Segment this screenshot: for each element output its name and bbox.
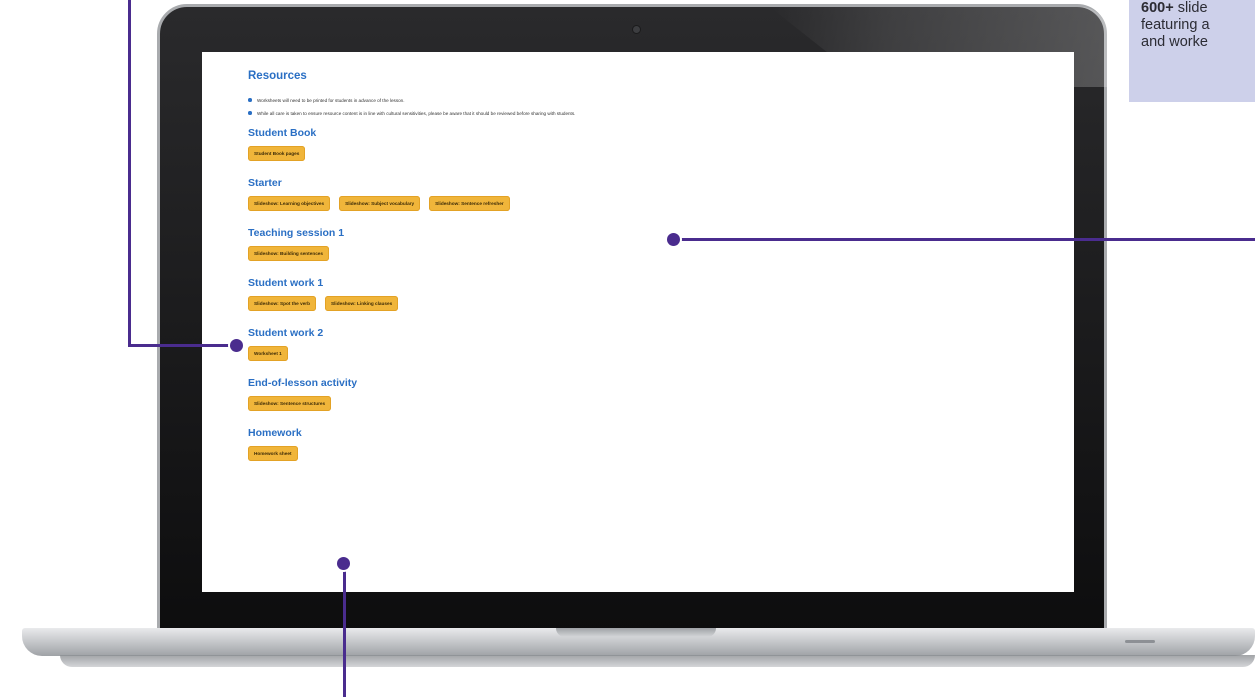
note-text: While all care is taken to ensure resour… [257, 111, 576, 116]
resource-button[interactable]: Slideshow: Linking clauses [325, 296, 399, 311]
note-text: Worksheets will need to be printed for s… [257, 98, 405, 103]
section-student-work-2: Student work 2 Worksheet 1 [248, 327, 1048, 361]
callout-line-2: featuring a [1141, 17, 1210, 33]
bullet-icon [248, 111, 252, 115]
section-student-work-1: Student work 1 Slideshow: Spot the verb … [248, 277, 1048, 311]
resource-buttons: Homework sheet [248, 446, 1048, 461]
section-title: Homework [248, 427, 302, 439]
resource-button[interactable]: Homework sheet [248, 446, 298, 461]
callout-line-left-horizontal [128, 344, 236, 347]
resource-buttons: Slideshow: Learning objectives Slideshow… [248, 196, 1048, 211]
callout-marker-starter [667, 233, 680, 246]
section-title: Starter [248, 177, 282, 189]
note-item: Worksheets will need to be printed for s… [248, 94, 1048, 107]
callout-line-right-horizontal [676, 238, 1255, 241]
callout-box: 600+ slide featuring a and worke [1129, 0, 1255, 102]
resource-button[interactable]: Worksheet 1 [248, 346, 288, 361]
resources-panel: Resources Worksheets will need to be pri… [248, 70, 1048, 477]
resource-button[interactable]: Student Book pages [248, 146, 306, 161]
section-starter: Starter Slideshow: Learning objectives S… [248, 177, 1048, 211]
note-item: While all care is taken to ensure resour… [248, 107, 1048, 120]
section-homework: Homework Homework sheet [248, 427, 1048, 461]
resource-button[interactable]: Slideshow: Learning objectives [248, 196, 331, 211]
callout-marker-student-work [230, 339, 243, 352]
resource-button[interactable]: Slideshow: Subject vocabulary [339, 196, 421, 211]
section-teaching-session-1: Teaching session 1 Slideshow: Building s… [248, 227, 1048, 261]
section-title: Student work 1 [248, 277, 324, 289]
section-end-of-lesson: End-of-lesson activity Slideshow: Senten… [248, 377, 1048, 411]
resource-button[interactable]: Slideshow: Building sentences [248, 246, 330, 261]
section-title: Student work 2 [248, 327, 324, 339]
section-title: End-of-lesson activity [248, 377, 358, 389]
resource-buttons: Slideshow: Spot the verb Slideshow: Link… [248, 296, 1048, 311]
bullet-icon [248, 98, 252, 102]
callout-marker-homework [337, 557, 350, 570]
laptop-screen: Resources Worksheets will need to be pri… [202, 52, 1074, 592]
callout-line-1-rest: slide [1173, 0, 1208, 16]
notes-list: Worksheets will need to be printed for s… [248, 94, 1048, 120]
callout-line-bottom-vertical [343, 563, 346, 697]
laptop-base-lip [60, 655, 1255, 667]
resource-button[interactable]: Slideshow: Sentence structures [248, 396, 332, 411]
resource-buttons: Slideshow: Sentence structures [248, 396, 1048, 411]
section-student-book: Student Book Student Book pages [248, 127, 1048, 161]
callout-line-left-vertical [128, 0, 131, 346]
page-title: Resources [248, 70, 307, 82]
callout-line-3: and worke [1141, 34, 1208, 50]
laptop-notch [556, 628, 716, 637]
resource-buttons: Worksheet 1 [248, 346, 1048, 361]
laptop-slot [1125, 640, 1155, 643]
webcam-icon [633, 26, 640, 33]
resource-buttons: Student Book pages [248, 146, 1048, 161]
section-title: Student Book [248, 127, 317, 139]
resource-button[interactable]: Slideshow: Spot the verb [248, 296, 316, 311]
callout-line-1: 600+ slide [1141, 0, 1255, 17]
callout-bold: 600+ [1141, 0, 1174, 16]
resource-buttons: Slideshow: Building sentences [248, 246, 1048, 261]
resource-button[interactable]: Slideshow: Sentence refresher [429, 196, 510, 211]
